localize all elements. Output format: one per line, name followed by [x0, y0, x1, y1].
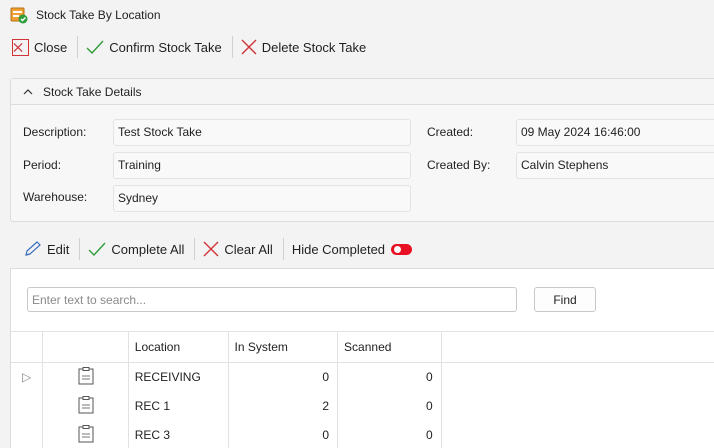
expand-row-icon[interactable]: [11, 420, 44, 448]
find-button[interactable]: Find: [534, 287, 596, 312]
confirm-stock-take-label: Confirm Stock Take: [109, 39, 222, 55]
check-icon: [86, 40, 104, 54]
pencil-icon: [25, 241, 41, 256]
check-icon: [88, 242, 106, 256]
edit-label: Edit: [47, 241, 70, 257]
filler-column: [441, 331, 714, 363]
toolbar-divider: [231, 36, 233, 58]
created-by-field: Calvin Stephens: [516, 152, 714, 179]
confirm-stock-take-button[interactable]: Confirm Stock Take: [86, 34, 227, 60]
chevron-up-icon[interactable]: [23, 88, 33, 95]
scanned-cell: 0: [337, 420, 442, 448]
search-input[interactable]: Enter text to search...: [27, 287, 517, 312]
created-label: Created:: [427, 125, 474, 139]
toolbar-divider: [77, 36, 79, 58]
location-bin-icon: [78, 366, 94, 385]
location-cell: REC 3: [128, 420, 229, 448]
delete-stock-take-label: Delete Stock Take: [261, 39, 367, 55]
locations-table: Location In System Scanned ▷ RECEIVING 0…: [11, 331, 714, 448]
location-cell: REC 1: [128, 391, 229, 421]
location-bin-icon: [78, 424, 94, 442]
period-field: Training: [113, 152, 411, 179]
clear-all-label: Clear All: [224, 241, 273, 257]
clear-all-button[interactable]: Clear All: [203, 236, 278, 262]
window-title: Stock Take By Location: [36, 8, 161, 22]
hide-completed-control: Hide Completed: [292, 236, 418, 262]
location-column-header[interactable]: Location: [128, 331, 229, 363]
warehouse-field: Sydney: [113, 185, 411, 212]
table-row[interactable]: ▷ RECEIVING 0 0: [11, 362, 714, 392]
grid-toolbar: Edit Complete All Clear All Hide Complet…: [24, 235, 418, 263]
in-system-column-header[interactable]: In System: [228, 331, 339, 363]
table-row[interactable]: REC 3 0 0: [11, 420, 714, 448]
icon-column-header: [42, 331, 129, 363]
clear-x-icon: [203, 241, 219, 257]
delete-stock-take-button[interactable]: Delete Stock Take: [241, 34, 373, 60]
details-panel-header[interactable]: Stock Take Details: [11, 79, 714, 105]
description-label: Description:: [23, 125, 87, 139]
stock-take-app-icon: [10, 7, 28, 24]
close-button[interactable]: Close: [12, 34, 73, 60]
location-bin-icon: [78, 395, 94, 413]
toolbar-divider: [282, 238, 284, 260]
warehouse-label: Warehouse:: [23, 190, 88, 204]
toolbar-divider: [194, 238, 196, 260]
stock-take-details-panel: Stock Take Details Description: Test Sto…: [10, 78, 714, 222]
in-system-cell: 0: [228, 420, 339, 448]
scanned-cell: 0: [337, 391, 442, 421]
created-field: 09 May 2024 16:46:00: [516, 119, 714, 146]
complete-all-button[interactable]: Complete All: [88, 236, 190, 262]
location-cell: RECEIVING: [128, 362, 229, 392]
in-system-cell: 0: [228, 362, 339, 392]
expand-row-icon[interactable]: ▷: [11, 362, 44, 392]
delete-x-icon: [241, 39, 257, 55]
main-toolbar: Close Confirm Stock Take Delete Stock Ta…: [0, 32, 372, 62]
complete-all-label: Complete All: [111, 241, 185, 257]
table-row[interactable]: REC 1 2 0: [11, 391, 714, 421]
expand-row-icon[interactable]: [11, 391, 44, 421]
expander-column-header: [11, 331, 44, 363]
title-bar: Stock Take By Location: [0, 0, 714, 30]
hide-completed-toggle[interactable]: [391, 243, 413, 255]
close-icon: [12, 38, 29, 56]
in-system-cell: 2: [228, 391, 339, 421]
scanned-cell: 0: [337, 362, 442, 392]
description-field: Test Stock Take: [113, 119, 411, 146]
details-panel-title: Stock Take Details: [43, 84, 142, 99]
close-label: Close: [34, 39, 68, 55]
created-by-label: Created By:: [427, 158, 491, 172]
locations-grid-panel: Enter text to search... Find Location In…: [10, 268, 714, 448]
hide-completed-label: Hide Completed: [291, 241, 386, 257]
period-label: Period:: [23, 158, 62, 172]
table-header-row: Location In System Scanned: [11, 331, 714, 363]
edit-button[interactable]: Edit: [24, 236, 75, 262]
toolbar-divider: [79, 238, 81, 260]
scanned-column-header[interactable]: Scanned: [337, 331, 442, 363]
